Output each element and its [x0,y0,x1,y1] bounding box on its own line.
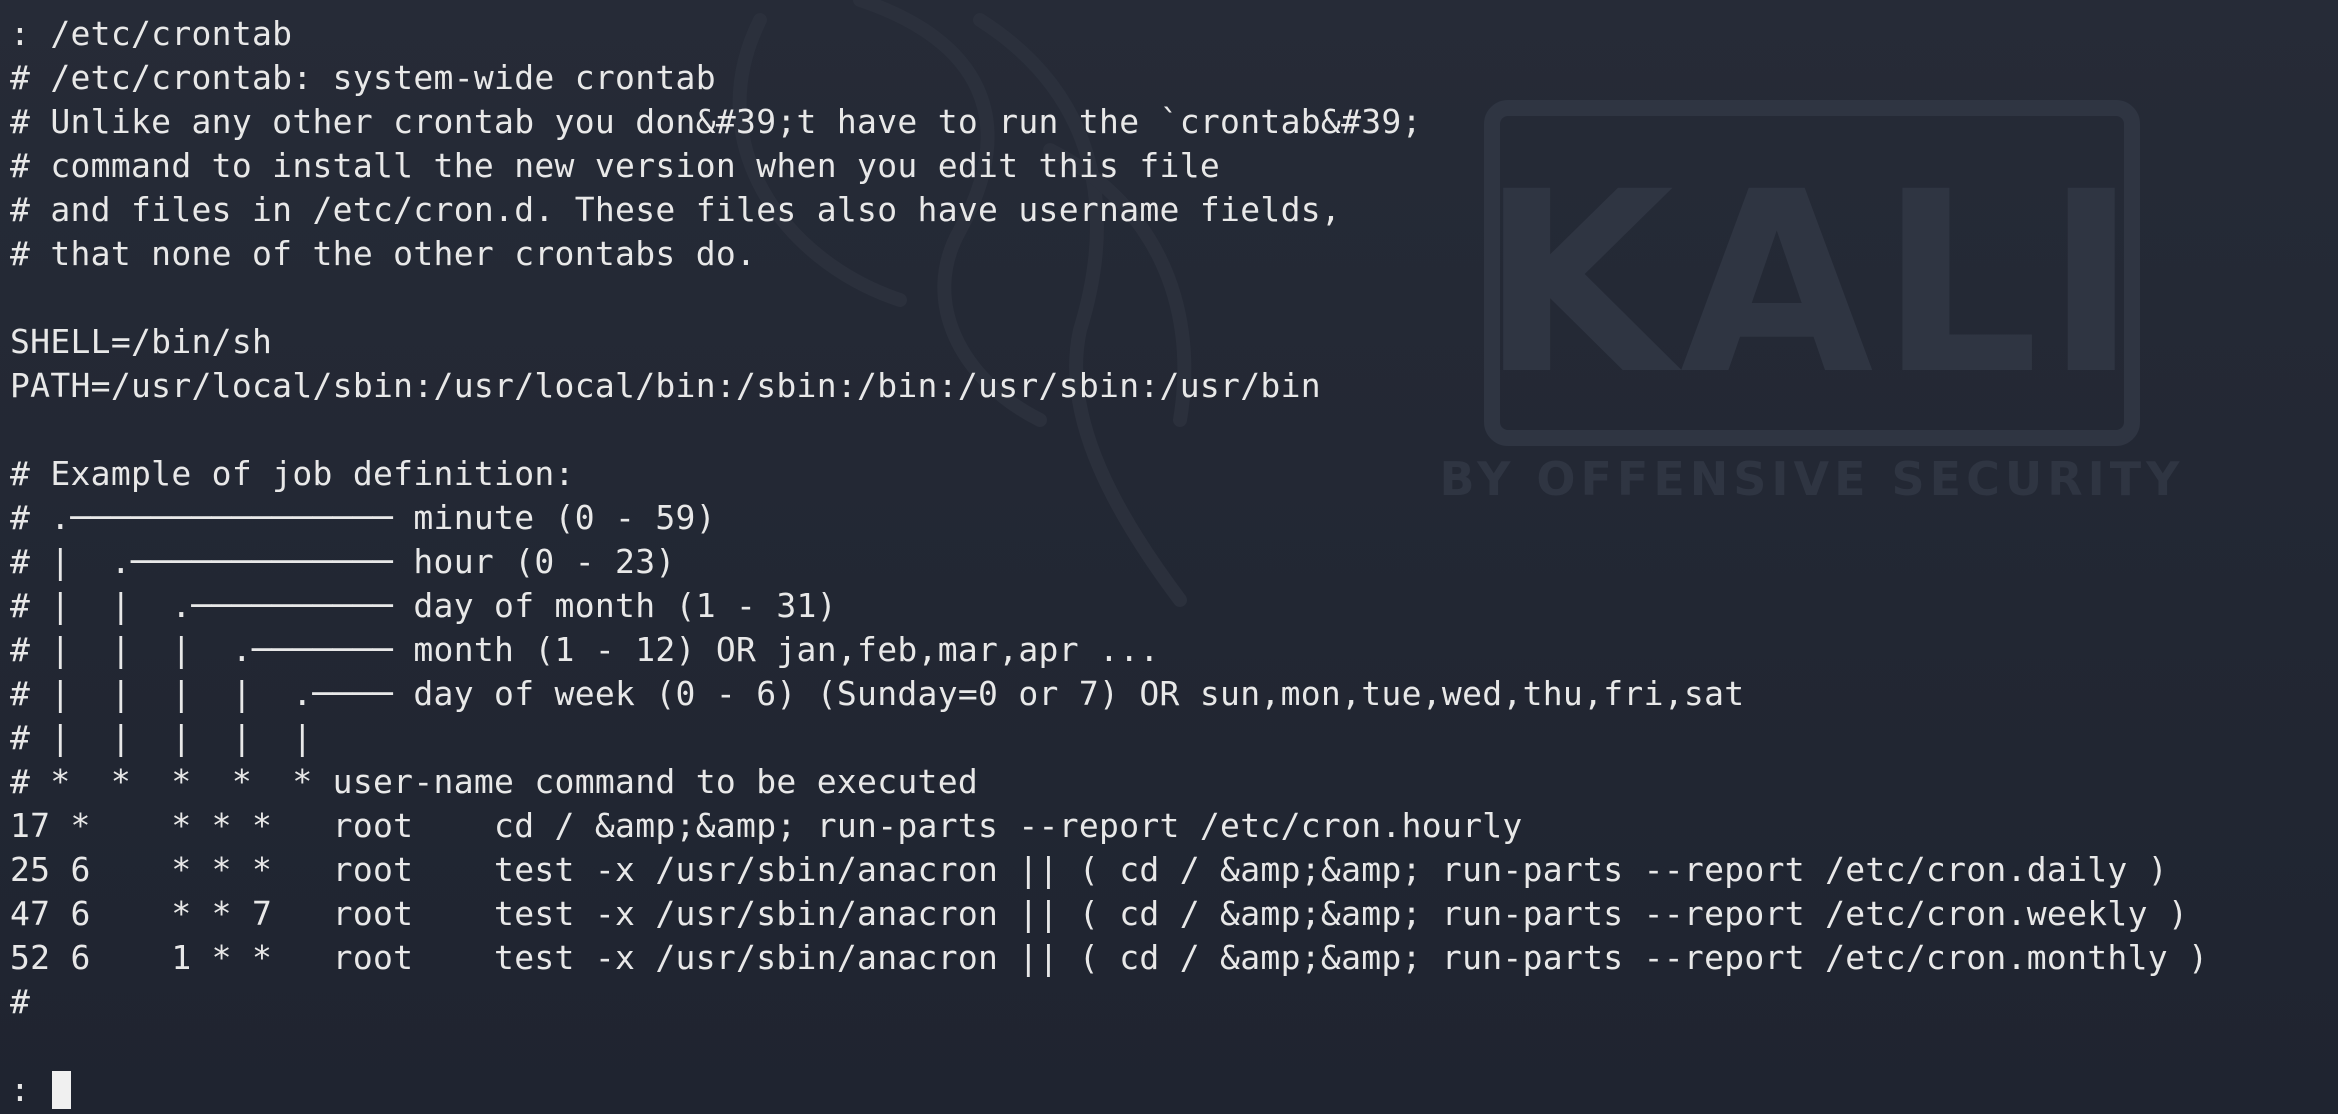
terminal-window[interactable]: KALI BY OFFENSIVE SECURITY : /etc/cronta… [0,0,2338,1114]
terminal-line: 47 6 * * 7 root test -x /usr/sbin/anacro… [10,894,2189,933]
terminal-line: # Example of job definition: [10,454,575,493]
terminal-line: # | | .────────── day of month (1 - 31) [10,586,837,625]
terminal-line: # Unlike any other crontab you don&#39;t… [10,102,1422,141]
command-prompt-line[interactable]: : [10,1068,2208,1112]
terminal-line: # * * * * * user-name command to be exec… [10,762,979,801]
terminal-line: # /etc/crontab: system-wide crontab [10,58,716,97]
pager-prompt: : [10,1070,51,1109]
terminal-line: # | .───────────── hour (0 - 23) [10,542,676,581]
terminal-line: # [10,982,31,1021]
terminal-output: : /etc/crontab # /etc/crontab: system-wid… [10,12,2208,1112]
terminal-line: # | | | .─────── month (1 - 12) OR jan,f… [10,630,1160,669]
terminal-line: : /etc/crontab [10,14,293,53]
terminal-line: # .──────────────── minute (0 - 59) [10,498,716,537]
terminal-line: # that none of the other crontabs do. [10,234,757,273]
terminal-line: SHELL=/bin/sh [10,322,273,361]
terminal-line: 17 * * * * root cd / &amp;&amp; run-part… [10,806,1523,845]
terminal-line: PATH=/usr/local/sbin:/usr/local/bin:/sbi… [10,366,1321,405]
terminal-line: # and files in /etc/cron.d. These files … [10,190,1342,229]
terminal-line: # | | | | .──── day of week (0 - 6) (Sun… [10,674,1745,713]
terminal-line: # | | | | | [10,718,313,757]
terminal-line: # command to install the new version whe… [10,146,1221,185]
terminal-line: 52 6 1 * * root test -x /usr/sbin/anacro… [10,938,2209,977]
text-cursor[interactable] [52,1071,72,1109]
terminal-line: 25 6 * * * root test -x /usr/sbin/anacro… [10,850,2168,889]
